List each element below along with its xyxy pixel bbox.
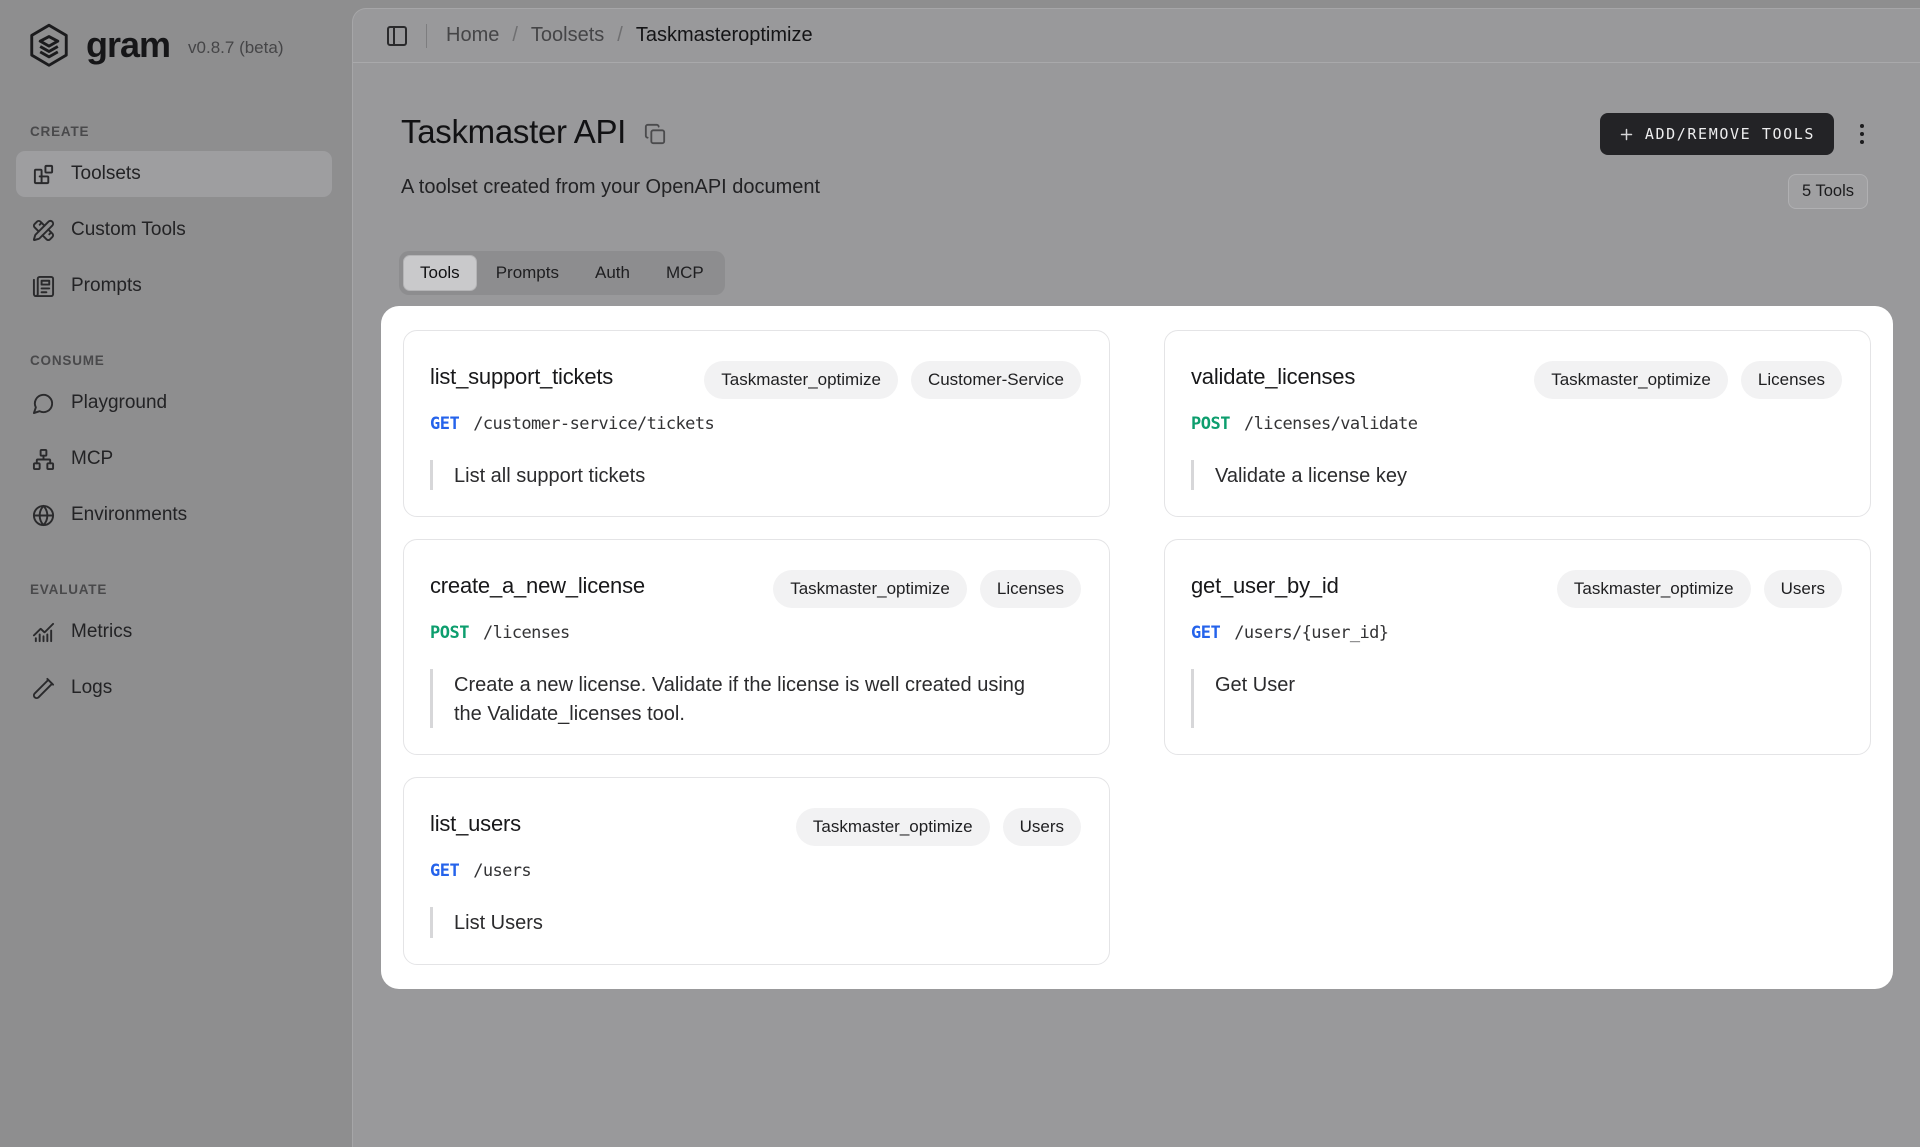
add-remove-tools-label: ADD/REMOVE TOOLS	[1645, 125, 1815, 143]
tool-badge: Licenses	[1741, 361, 1842, 399]
tool-name: list_support_tickets	[430, 361, 613, 390]
tool-description: Create a new license. Validate if the li…	[454, 669, 1044, 728]
sidebar-item-label: Playground	[71, 392, 167, 414]
tool-card[interactable]: list_users Taskmaster_optimize Users GET…	[403, 777, 1110, 964]
sidebar-item-label: Toolsets	[71, 163, 141, 185]
sidebar-item-playground[interactable]: Playground	[16, 380, 332, 426]
network-icon	[32, 448, 55, 471]
http-path: /users	[473, 861, 531, 881]
sidebar-section-evaluate: EVALUATE	[30, 582, 352, 597]
page-title: Taskmaster API	[401, 113, 626, 151]
kebab-menu-icon[interactable]	[1856, 120, 1868, 148]
tab-mcp[interactable]: MCP	[649, 255, 721, 291]
sidebar-item-mcp[interactable]: MCP	[16, 436, 332, 482]
tab-tools[interactable]: Tools	[403, 255, 477, 291]
tool-card[interactable]: list_support_tickets Taskmaster_optimize…	[403, 330, 1110, 517]
tool-description: List all support tickets	[454, 460, 645, 490]
tool-badge: Licenses	[980, 570, 1081, 608]
globe-icon	[32, 504, 55, 527]
tool-badge: Taskmaster_optimize	[704, 361, 898, 399]
http-method: GET	[430, 861, 459, 881]
tool-card[interactable]: get_user_by_id Taskmaster_optimize Users…	[1164, 539, 1871, 755]
pencil-ruler-icon	[32, 219, 55, 242]
newspaper-icon	[32, 275, 55, 298]
sidebar-item-custom-tools[interactable]: Custom Tools	[16, 207, 332, 253]
tool-badge: Users	[1003, 808, 1081, 846]
breadcrumb-current: Taskmasteroptimize	[636, 24, 813, 47]
page-header-right: ADD/REMOVE TOOLS 5 Tools	[1600, 113, 1868, 209]
breadcrumb-separator: /	[617, 24, 623, 47]
chat-bubble-icon	[32, 392, 55, 415]
breadcrumb-separator: /	[512, 24, 518, 47]
tools-count-badge: 5 Tools	[1788, 174, 1868, 209]
tool-badge: Taskmaster_optimize	[796, 808, 990, 846]
page-header-left: Taskmaster API A toolset created from yo…	[401, 113, 820, 199]
sidebar-toggle-icon[interactable]	[385, 24, 409, 48]
chart-icon	[32, 621, 55, 644]
sidebar-item-label: Custom Tools	[71, 219, 186, 241]
plus-icon	[1619, 127, 1634, 142]
app-logo: gram v0.8.7 (beta)	[0, 18, 352, 68]
tool-name: validate_licenses	[1191, 361, 1355, 390]
sidebar-item-toolsets[interactable]: Toolsets	[16, 151, 332, 197]
topbar: Home / Toolsets / Taskmasteroptimize	[353, 9, 1920, 63]
tool-description: List Users	[454, 907, 543, 937]
tool-badge: Customer-Service	[911, 361, 1081, 399]
tool-badge: Users	[1764, 570, 1842, 608]
http-path: /licenses/validate	[1244, 414, 1417, 434]
app-name: gram	[86, 24, 170, 66]
sidebar-section-consume: CONSUME	[30, 353, 352, 368]
topbar-divider	[426, 24, 427, 48]
tool-name: get_user_by_id	[1191, 570, 1339, 599]
tab-prompts[interactable]: Prompts	[479, 255, 576, 291]
sidebar-item-logs[interactable]: Logs	[16, 665, 332, 711]
http-method: POST	[430, 623, 469, 643]
add-remove-tools-button[interactable]: ADD/REMOVE TOOLS	[1600, 113, 1834, 155]
http-method: GET	[430, 414, 459, 434]
tools-panel: list_support_tickets Taskmaster_optimize…	[381, 306, 1893, 989]
http-path: /customer-service/tickets	[473, 414, 714, 434]
page-subtitle: A toolset created from your OpenAPI docu…	[401, 176, 820, 199]
breadcrumb-home[interactable]: Home	[446, 24, 499, 47]
sidebar-item-label: Metrics	[71, 621, 132, 643]
gram-logo-icon	[26, 22, 72, 68]
sidebar-item-prompts[interactable]: Prompts	[16, 263, 332, 309]
tool-badge: Taskmaster_optimize	[773, 570, 967, 608]
tool-description: Get User	[1215, 669, 1295, 699]
sidebar-item-label: MCP	[71, 448, 113, 470]
tool-name: list_users	[430, 808, 521, 837]
main-panel: Home / Toolsets / Taskmasteroptimize Tas…	[352, 8, 1920, 1147]
tool-badge: Taskmaster_optimize	[1534, 361, 1728, 399]
sidebar-item-environments[interactable]: Environments	[16, 492, 332, 538]
breadcrumb-toolsets[interactable]: Toolsets	[531, 24, 604, 47]
http-method: POST	[1191, 414, 1230, 434]
blocks-icon	[32, 163, 55, 186]
sidebar-item-metrics[interactable]: Metrics	[16, 609, 332, 655]
tabs: Tools Prompts Auth MCP	[399, 251, 725, 295]
app-version: v0.8.7 (beta)	[188, 38, 283, 58]
sidebar-item-label: Environments	[71, 504, 187, 526]
tool-badge: Taskmaster_optimize	[1557, 570, 1751, 608]
sidebar-item-label: Logs	[71, 677, 112, 699]
sidebar: gram v0.8.7 (beta) CREATE Toolsets Custo…	[0, 0, 352, 1147]
http-method: GET	[1191, 623, 1220, 643]
sidebar-section-create: CREATE	[30, 124, 352, 139]
test-tube-icon	[32, 677, 55, 700]
page-header: Taskmaster API A toolset created from yo…	[353, 63, 1920, 209]
sidebar-item-label: Prompts	[71, 275, 142, 297]
breadcrumb: Home / Toolsets / Taskmasteroptimize	[446, 24, 813, 47]
http-path: /users/{user_id}	[1234, 623, 1388, 643]
tool-description: Validate a license key	[1215, 460, 1407, 490]
tab-auth[interactable]: Auth	[578, 255, 647, 291]
tool-card[interactable]: create_a_new_license Taskmaster_optimize…	[403, 539, 1110, 755]
copy-icon[interactable]	[644, 123, 666, 145]
tool-card[interactable]: validate_licenses Taskmaster_optimize Li…	[1164, 330, 1871, 517]
tool-name: create_a_new_license	[430, 570, 645, 599]
http-path: /licenses	[483, 623, 570, 643]
